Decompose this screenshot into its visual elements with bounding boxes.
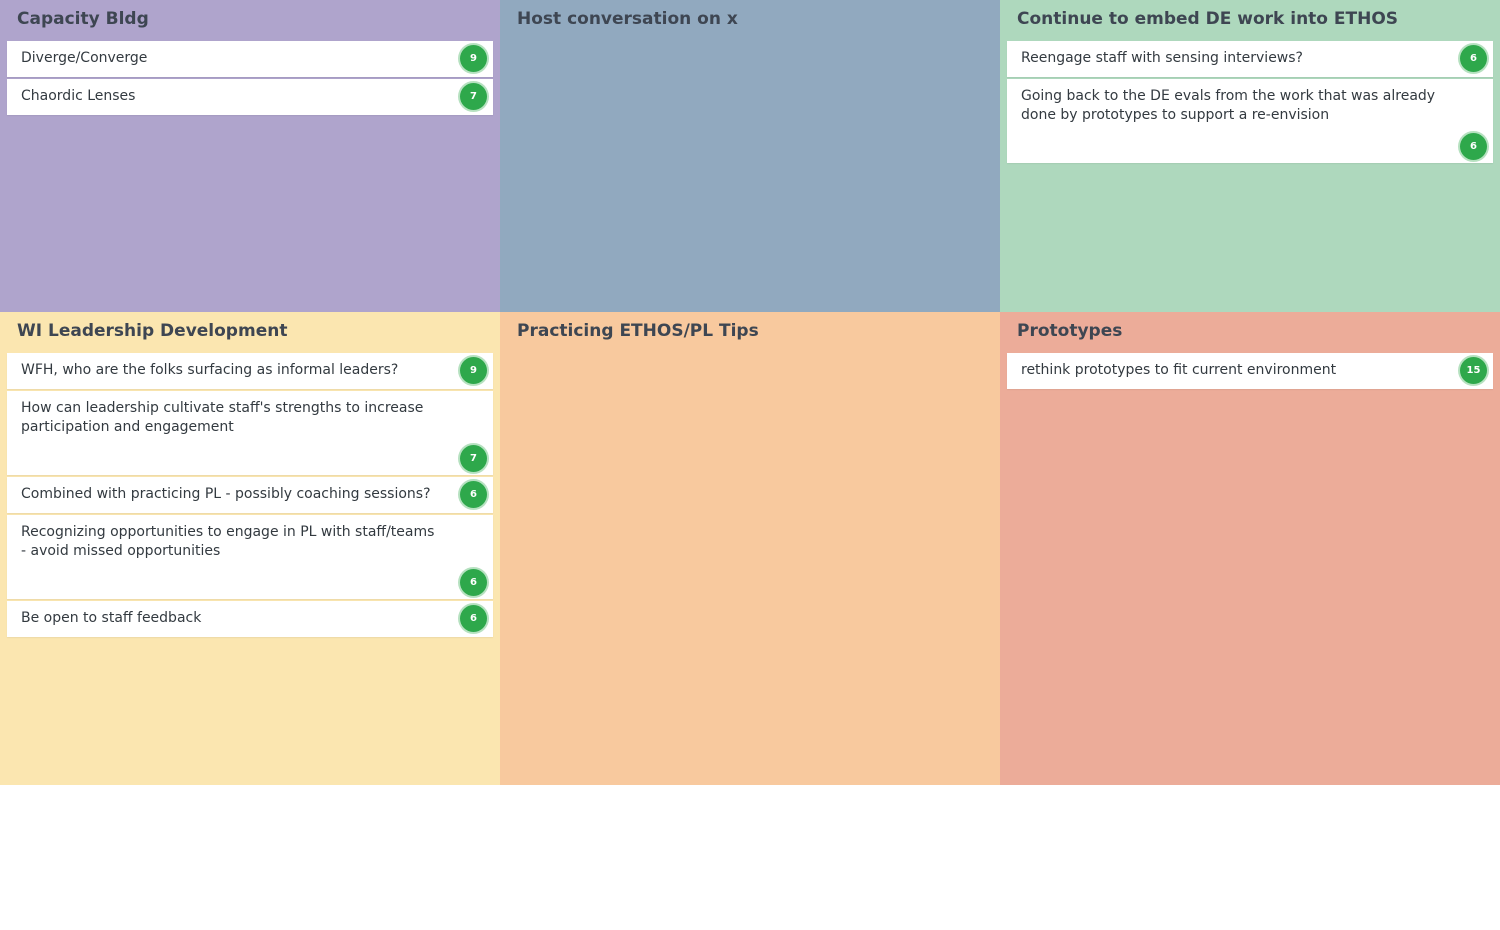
- vote-count-badge[interactable]: 6: [460, 569, 487, 596]
- card-list: Diverge/Converge 9 Chaordic Lenses 7: [7, 41, 493, 115]
- card[interactable]: Going back to the DE evals from the work…: [1007, 79, 1493, 163]
- column: Continue to embed DE work into ETHOS Ree…: [1000, 0, 1500, 312]
- card[interactable]: Chaordic Lenses 7: [7, 79, 493, 115]
- column: Prototypes rethink prototypes to fit cur…: [1000, 312, 1500, 785]
- card-text: Diverge/Converge: [21, 50, 148, 66]
- card-list: WFH, who are the folks surfacing as info…: [7, 353, 493, 637]
- column-title[interactable]: Host conversation on x: [507, 8, 993, 30]
- card[interactable]: How can leadership cultivate staff's str…: [7, 391, 493, 475]
- vote-count-badge[interactable]: 7: [460, 83, 487, 110]
- vote-count-badge[interactable]: 9: [460, 357, 487, 384]
- vote-count-badge[interactable]: 6: [460, 605, 487, 632]
- card[interactable]: Diverge/Converge 9: [7, 41, 493, 77]
- vote-count-badge[interactable]: 15: [1460, 357, 1487, 384]
- card-text: Recognizing opportunities to engage in P…: [21, 524, 435, 559]
- card-text: Combined with practicing PL - possibly c…: [21, 486, 431, 502]
- column-title[interactable]: Practicing ETHOS/PL Tips: [507, 320, 993, 342]
- card[interactable]: Reengage staff with sensing interviews? 6: [1007, 41, 1493, 77]
- retro-board: Capacity Bldg Diverge/Converge 9 Chaordic …: [0, 0, 1500, 785]
- column-title[interactable]: Continue to embed DE work into ETHOS: [1007, 8, 1493, 30]
- card[interactable]: Combined with practicing PL - possibly c…: [7, 477, 493, 513]
- column: Host conversation on x: [500, 0, 1000, 312]
- card-text: Be open to staff feedback: [21, 610, 202, 626]
- column: Capacity Bldg Diverge/Converge 9 Chaordic …: [0, 0, 500, 312]
- vote-count-badge[interactable]: 6: [1460, 45, 1487, 72]
- vote-count-badge[interactable]: 9: [460, 45, 487, 72]
- card-list: rethink prototypes to fit current enviro…: [1007, 353, 1493, 389]
- column-title[interactable]: WI Leadership Development: [7, 320, 493, 342]
- card-text: Chaordic Lenses: [21, 88, 136, 104]
- card-text: Reengage staff with sensing interviews?: [1021, 50, 1303, 66]
- card-text: WFH, who are the folks surfacing as info…: [21, 362, 399, 378]
- vote-count-badge[interactable]: 6: [1460, 133, 1487, 160]
- card[interactable]: Recognizing opportunities to engage in P…: [7, 515, 493, 599]
- card-text: Going back to the DE evals from the work…: [1021, 88, 1436, 123]
- card-text: rethink prototypes to fit current enviro…: [1021, 362, 1337, 378]
- column: WI Leadership Development WFH, who are t…: [0, 312, 500, 785]
- vote-count-badge[interactable]: 7: [460, 445, 487, 472]
- card[interactable]: Be open to staff feedback 6: [7, 601, 493, 637]
- column: Practicing ETHOS/PL Tips: [500, 312, 1000, 785]
- column-title[interactable]: Capacity Bldg: [7, 8, 493, 30]
- column-title[interactable]: Prototypes: [1007, 320, 1493, 342]
- card[interactable]: rethink prototypes to fit current enviro…: [1007, 353, 1493, 389]
- card[interactable]: WFH, who are the folks surfacing as info…: [7, 353, 493, 389]
- vote-count-badge[interactable]: 6: [460, 481, 487, 508]
- card-list: Reengage staff with sensing interviews? 6…: [1007, 41, 1493, 163]
- card-text: How can leadership cultivate staff's str…: [21, 400, 424, 435]
